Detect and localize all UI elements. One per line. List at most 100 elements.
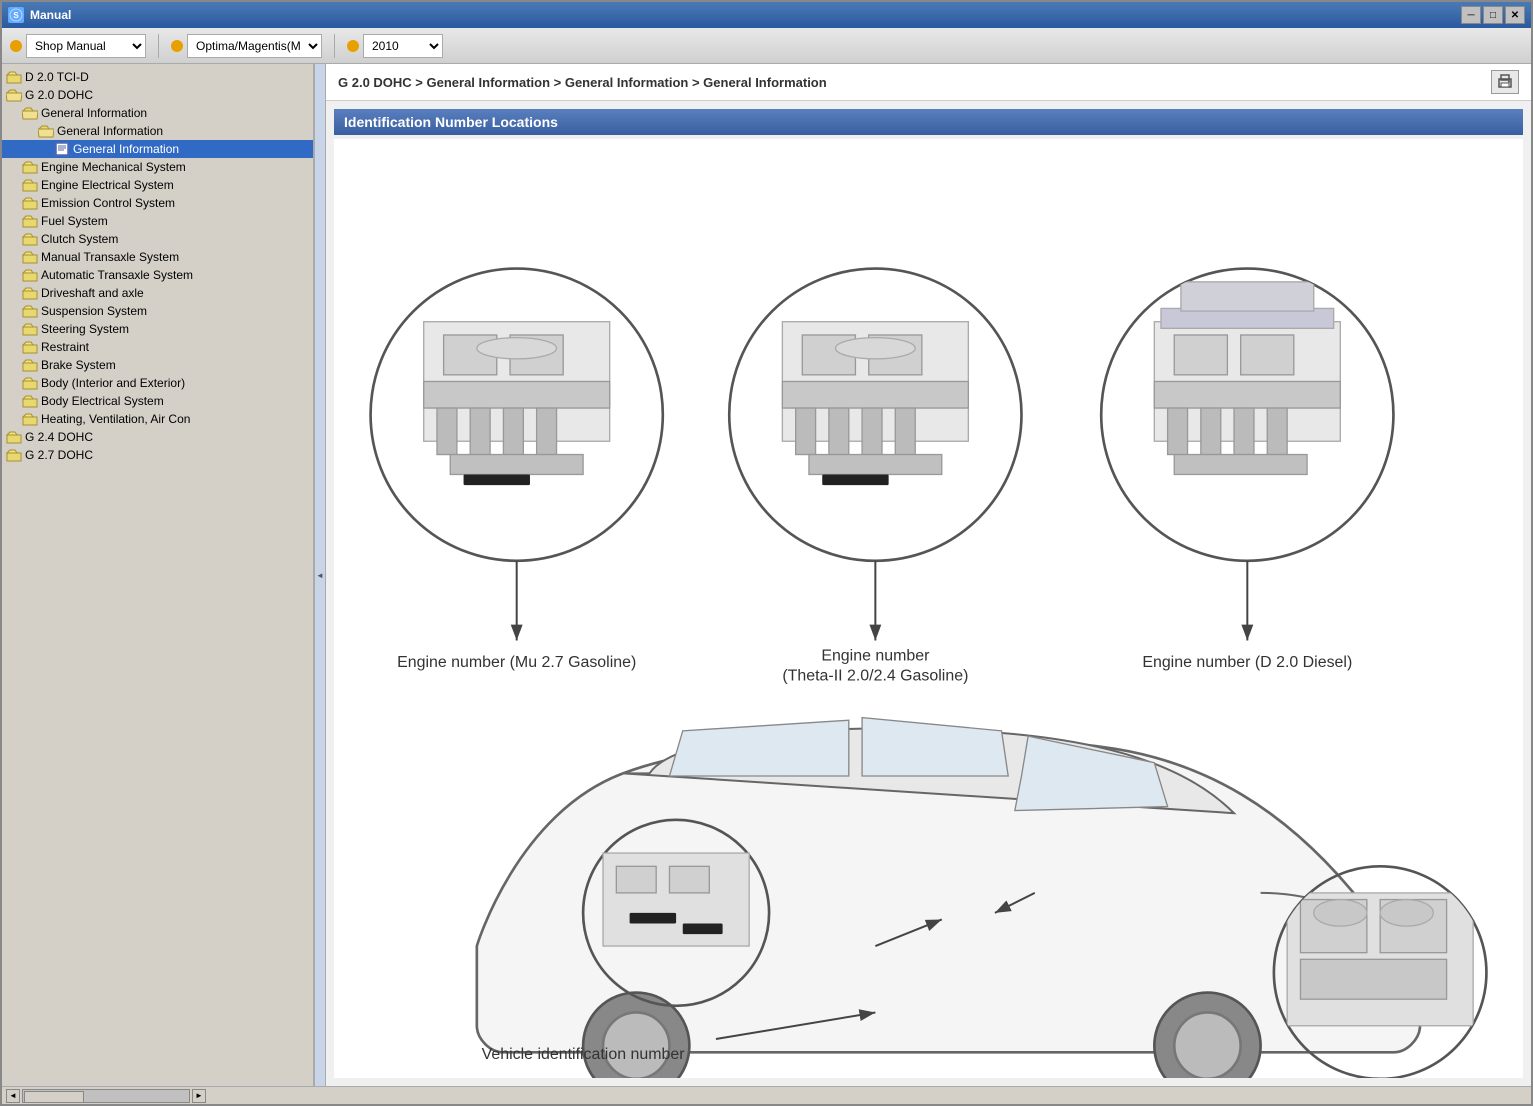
folder-icon [6, 89, 22, 102]
window-title: Manual [30, 8, 71, 22]
scroll-left-btn[interactable]: ◄ [6, 1089, 20, 1103]
minimize-button[interactable]: ─ [1461, 6, 1481, 24]
tree-item-eng_mech[interactable]: Engine Mechanical System [2, 158, 313, 176]
tree-item-body_int[interactable]: Body (Interior and Exterior) [2, 374, 313, 392]
sidebar[interactable]: D 2.0 TCI-D G 2.0 DOHC General Information… [2, 64, 314, 1086]
engine2-label-2: (Theta-II 2.0/2.4 Gasoline) [782, 667, 968, 684]
app-icon: S [8, 7, 24, 23]
h-scroll-area[interactable]: ◄ ► [6, 1089, 206, 1103]
folder-icon [22, 215, 38, 228]
tree-item-fuel[interactable]: Fuel System [2, 212, 313, 230]
maximize-button[interactable]: □ [1483, 6, 1503, 24]
tree-item-emission[interactable]: Emission Control System [2, 194, 313, 212]
title-bar-left: S Manual [8, 7, 71, 23]
tree-item-heating[interactable]: Heating, Ventilation, Air Con [2, 410, 313, 428]
tree-item-manual_trans[interactable]: Manual Transaxle System [2, 248, 313, 266]
print-icon [1496, 73, 1514, 91]
folder-icon [6, 449, 22, 462]
breadcrumb-bar: G 2.0 DOHC > General Information > Gener… [326, 64, 1531, 101]
main-layout: D 2.0 TCI-D G 2.0 DOHC General Information… [2, 64, 1531, 1086]
tree-item-geninfo1[interactable]: General Information [2, 104, 313, 122]
folder-icon [22, 251, 38, 264]
tree-item-geninfo2[interactable]: General Information [2, 122, 313, 140]
tree-item-eng_elec[interactable]: Engine Electrical System [2, 176, 313, 194]
tree-item-g27dohc[interactable]: G 2.7 DOHC [2, 446, 313, 464]
tree-item-body_elec[interactable]: Body Electrical System [2, 392, 313, 410]
model-dropdown[interactable]: Optima/Magentis(M [187, 34, 322, 58]
tree-item-g24dohc[interactable]: G 2.4 DOHC [2, 428, 313, 446]
folder-icon [6, 71, 22, 84]
year-dot [347, 40, 359, 52]
tree-item-label: Restraint [41, 340, 89, 354]
folder-icon [22, 269, 38, 282]
folder-icon [22, 287, 38, 300]
section-title: Identification Number Locations [334, 109, 1523, 135]
folder-icon [22, 179, 38, 192]
tree-item-label: D 2.0 TCI-D [25, 70, 89, 84]
tree-item-d20tcid[interactable]: D 2.0 TCI-D [2, 68, 313, 86]
tree-item-label: Automatic Transaxle System [41, 268, 193, 282]
folder-icon [22, 395, 38, 408]
tree-item-auto_trans[interactable]: Automatic Transaxle System [2, 266, 313, 284]
tree-item-brake[interactable]: Brake System [2, 356, 313, 374]
page-icon [54, 142, 70, 156]
engine2-label-1: Engine number [821, 647, 930, 664]
tree-item-clutch[interactable]: Clutch System [2, 230, 313, 248]
main-window: S Manual ─ □ ✕ Shop Manual Optima/Magent… [0, 0, 1533, 1106]
folder-icon [22, 233, 38, 246]
content-area: G 2.0 DOHC > General Information > Gener… [326, 64, 1531, 1086]
tree-item-label: Body Electrical System [41, 394, 164, 408]
print-button[interactable] [1491, 70, 1519, 94]
tree-item-label: Fuel System [41, 214, 108, 228]
close-button[interactable]: ✕ [1505, 6, 1525, 24]
tree-item-label: General Information [41, 106, 147, 120]
tree-item-label: Engine Mechanical System [41, 160, 186, 174]
tree-item-label: Emission Control System [41, 196, 175, 210]
transmission-drawing [1287, 893, 1473, 1026]
folder-icon [22, 413, 38, 426]
folder-icon [22, 107, 38, 120]
tree-item-label: G 2.7 DOHC [25, 448, 93, 462]
scroll-thumb[interactable] [24, 1091, 84, 1103]
model-dot [171, 40, 183, 52]
tree-item-label: Clutch System [41, 232, 118, 246]
diagram-svg: Engine number (Mu 2.7 Gasoline) Engine n… [344, 149, 1513, 1078]
folder-icon [6, 431, 22, 444]
tree-item-suspension[interactable]: Suspension System [2, 302, 313, 320]
engine1-label: Engine number (Mu 2.7 Gasoline) [397, 654, 636, 671]
tree-item-driveshaft[interactable]: Driveshaft and axle [2, 284, 313, 302]
folder-icon [38, 125, 54, 138]
folder-icon [22, 359, 38, 372]
tree-item-label: General Information [57, 124, 163, 138]
toolbar-separator-2 [334, 34, 335, 58]
year-selector: 2010 [347, 34, 443, 58]
vin-label: Vehicle identification number [482, 1046, 686, 1063]
year-dropdown[interactable]: 2010 [363, 34, 443, 58]
title-bar: S Manual ─ □ ✕ [2, 2, 1531, 28]
tree-item-geninfo3[interactable]: General Information [2, 140, 313, 158]
manual-dropdown[interactable]: Shop Manual [26, 34, 146, 58]
tree-item-label: General Information [73, 142, 179, 156]
folder-icon [22, 161, 38, 174]
window-controls: ─ □ ✕ [1461, 6, 1525, 24]
tree-item-label: Manual Transaxle System [41, 250, 179, 264]
scroll-track [22, 1089, 190, 1103]
toolbar-separator-1 [158, 34, 159, 58]
scroll-right-btn[interactable]: ► [192, 1089, 206, 1103]
manual-dot [10, 40, 22, 52]
tree-item-label: Engine Electrical System [41, 178, 174, 192]
manual-selector: Shop Manual [10, 34, 146, 58]
tree-item-label: Heating, Ventilation, Air Con [41, 412, 190, 426]
sidebar-collapse-handle[interactable] [314, 64, 326, 1086]
folder-icon [22, 197, 38, 210]
folder-icon [22, 377, 38, 390]
tree-item-g20dohc[interactable]: G 2.0 DOHC [2, 86, 313, 104]
tree-item-steering[interactable]: Steering System [2, 320, 313, 338]
engine-drawing-3 [1154, 282, 1340, 475]
car-diagram [477, 718, 1420, 1078]
bottom-bar: ◄ ► [2, 1086, 1531, 1104]
tree-item-label: G 2.0 DOHC [25, 88, 93, 102]
tree-item-restraint[interactable]: Restraint [2, 338, 313, 356]
folder-icon [22, 341, 38, 354]
tree-item-label: Suspension System [41, 304, 147, 318]
